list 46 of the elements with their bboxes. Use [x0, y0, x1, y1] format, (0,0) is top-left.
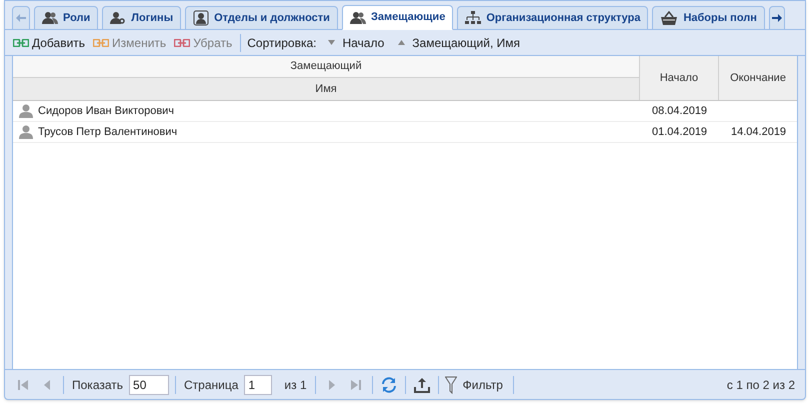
table-cell: 08.04.2019 — [652, 104, 708, 117]
paging-summary: с 1 по 2 из 2 — [726, 376, 795, 394]
link-icon — [13, 38, 29, 46]
first-page-icon — [17, 378, 29, 390]
sort-label: Сортировка: — [247, 34, 316, 52]
person-icon — [19, 104, 33, 118]
down-triangle-icon — [328, 40, 336, 45]
badge-icon — [193, 10, 210, 26]
column-group-header: Замещающий — [13, 56, 639, 78]
person-icon — [19, 125, 33, 139]
right-arrow-icon — [772, 14, 782, 22]
page-size-field[interactable]: 50 — [129, 374, 170, 394]
users-icon — [350, 10, 366, 24]
left-arrow-icon — [16, 14, 26, 22]
tab[interactable]: Логины — [102, 6, 182, 30]
table-cell: 14.04.2019 — [731, 126, 786, 138]
toolbar-button: Изменить — [91, 32, 168, 52]
page-size-label: Показать — [72, 376, 124, 394]
toolbar-button: Убрать — [172, 32, 234, 52]
tab[interactable]: Организационная структура — [457, 6, 648, 30]
tab[interactable]: Роли — [34, 6, 98, 30]
hierarchy-icon — [465, 11, 482, 25]
table-cell-text: Трусов Петр Валентинович — [38, 124, 178, 140]
tab[interactable]: Наборы полн — [652, 6, 765, 30]
page-label: Страница — [184, 376, 238, 394]
tab[interactable]: Замещающие — [342, 5, 454, 30]
link-icon — [174, 38, 190, 46]
sort-button[interactable]: Начало — [328, 34, 384, 52]
filter-button[interactable]: Фильтр — [444, 374, 507, 394]
last-page-icon — [350, 378, 362, 390]
scroll-right-button[interactable] — [768, 6, 785, 30]
upload-icon — [414, 376, 430, 392]
table-cell-text: Сидоров Иван Викторович — [38, 104, 174, 119]
link-icon — [93, 38, 110, 46]
toolbar-button[interactable]: Добавить — [11, 32, 88, 52]
users-icon — [42, 11, 58, 25]
page-number-field[interactable]: 1 — [244, 374, 272, 394]
basket-icon — [660, 10, 678, 26]
refresh-icon — [380, 376, 397, 392]
sort-button[interactable]: Замещающий, Имя — [398, 34, 520, 52]
column-header[interactable]: Имя — [13, 78, 639, 100]
up-triangle-icon — [398, 40, 406, 45]
page-count-label: из 1 — [284, 376, 307, 394]
funnel-icon — [444, 376, 457, 394]
tab[interactable]: Отделы и должности — [185, 6, 338, 30]
table-cell: 01.04.2019 — [652, 126, 708, 138]
